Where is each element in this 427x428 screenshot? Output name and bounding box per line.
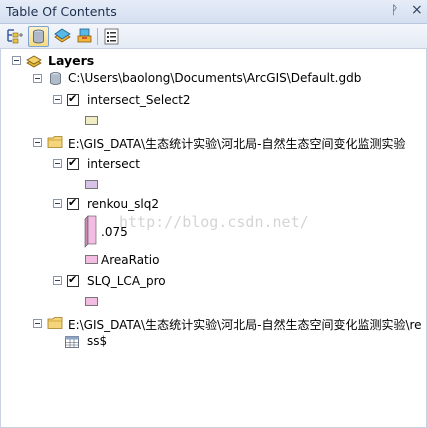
- toc-titlebar: Table Of Contents ᚹ ×: [0, 0, 427, 24]
- root-layers-label[interactable]: Layers: [48, 53, 94, 68]
- toc-tree: http://blog.csdn.net/ Layers C:\Users\ba…: [0, 49, 427, 428]
- group-source-label[interactable]: C:\Users\baolong\Documents\ArcGIS\Defaul…: [68, 71, 361, 85]
- collapse-toggle-layer[interactable]: [53, 199, 62, 208]
- options-button[interactable]: [101, 26, 122, 47]
- folder-icon: [47, 317, 63, 329]
- database-source-icon: [33, 29, 44, 44]
- table-icon: [65, 336, 79, 348]
- selection-icon: [77, 28, 92, 43]
- watermark-text: http://blog.csdn.net/: [119, 213, 309, 231]
- ramp-value-label: .075: [101, 225, 128, 239]
- geodatabase-icon: [50, 72, 61, 85]
- layer-name-label[interactable]: intersect: [87, 157, 140, 171]
- list-by-source-button[interactable]: [28, 26, 49, 47]
- collapse-toggle-layer[interactable]: [53, 95, 62, 104]
- layer-visibility-checkbox[interactable]: [67, 156, 79, 170]
- toc-toolbar: [0, 24, 427, 49]
- collapse-toggle-group-gdb[interactable]: [33, 74, 42, 83]
- layer-name-label[interactable]: intersect_Select2: [87, 93, 191, 107]
- layer-name-label[interactable]: renkou_slq2: [87, 197, 159, 211]
- toolbar-separator: [97, 28, 98, 45]
- list-by-selection-button[interactable]: [74, 26, 95, 47]
- layer-name-label[interactable]: SLQ_LCA_pro: [87, 274, 166, 288]
- collapse-toggle-group-folder[interactable]: [33, 138, 42, 147]
- field-name-label: AreaRatio: [101, 253, 160, 267]
- collapse-toggle-layers[interactable]: [12, 56, 21, 65]
- layer-symbol-swatch[interactable]: [85, 255, 98, 264]
- layers-drawing-order-icon: [7, 29, 23, 44]
- collapse-toggle-layer[interactable]: [53, 276, 62, 285]
- group-source-label[interactable]: E:\GIS_DATA\生态统计实验\河北局-自然生态空间变化监测实验: [68, 135, 405, 152]
- window-title: Table Of Contents: [6, 4, 117, 19]
- layer-visibility-checkbox[interactable]: [67, 273, 79, 287]
- layer-visibility-checkbox[interactable]: [67, 92, 79, 106]
- folder-icon: [47, 136, 63, 148]
- layer-visibility-checkbox[interactable]: [67, 196, 79, 210]
- layers-icon: [26, 55, 42, 68]
- table-name-label[interactable]: ss$: [87, 334, 107, 348]
- options-icon: [104, 28, 119, 45]
- layer-symbol-swatch[interactable]: [85, 297, 98, 306]
- collapse-toggle-group-folder[interactable]: [33, 319, 42, 328]
- list-by-drawing-order-button[interactable]: [5, 26, 26, 47]
- color-ramp-symbol[interactable]: [84, 215, 97, 248]
- group-source-label[interactable]: E:\GIS_DATA\生态统计实验\河北局-自然生态空间变化监测实验\re: [68, 316, 422, 333]
- list-by-visibility-button[interactable]: [52, 26, 73, 47]
- close-icon[interactable]: ×: [411, 2, 423, 18]
- pin-icon[interactable]: ᚹ: [391, 3, 398, 17]
- collapse-toggle-layer[interactable]: [53, 159, 62, 168]
- layer-symbol-swatch[interactable]: [85, 116, 98, 125]
- visibility-icon: [54, 28, 71, 43]
- layer-symbol-swatch[interactable]: [85, 180, 98, 189]
